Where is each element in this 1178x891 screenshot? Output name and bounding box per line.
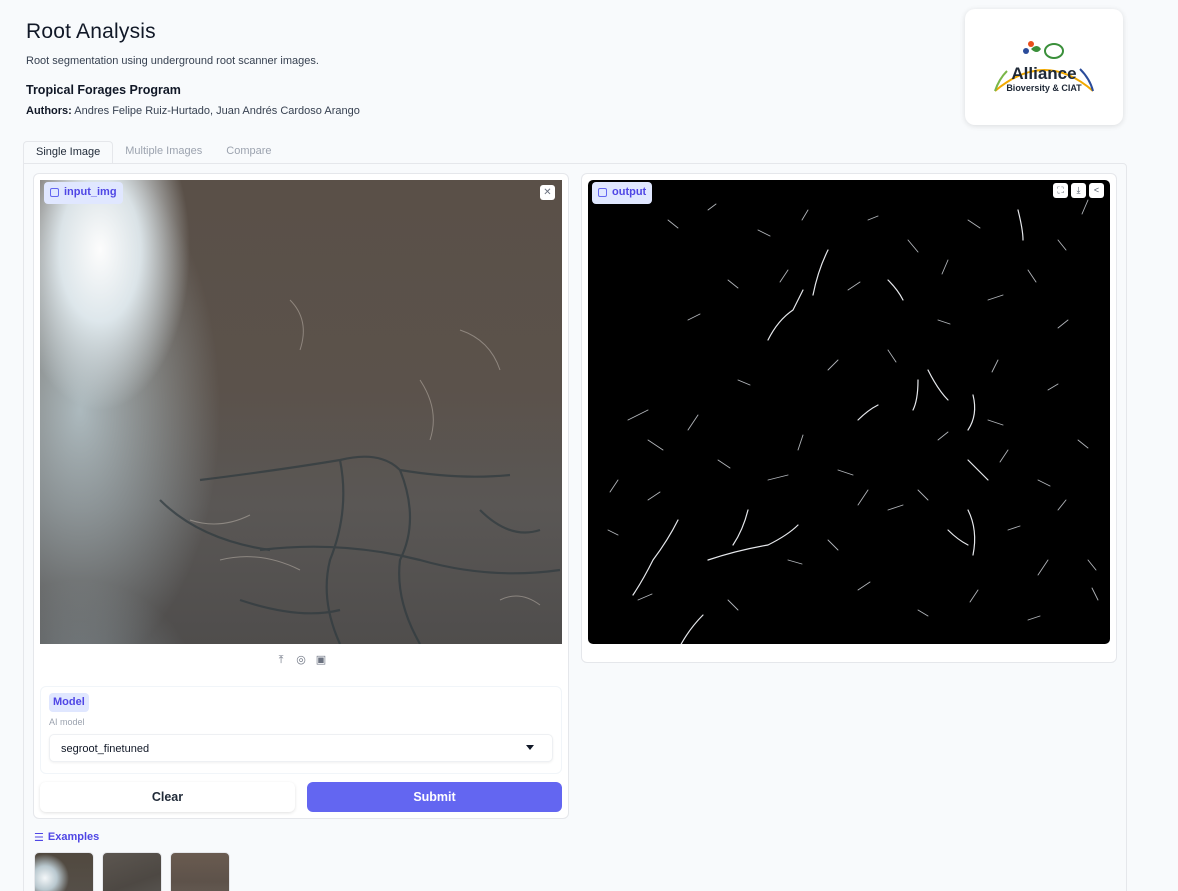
share-icon[interactable]: < [1089, 183, 1104, 198]
alliance-logo: Alliance Bioversity & CIAT [965, 9, 1123, 125]
model-info: AI model [49, 717, 85, 727]
upload-icon[interactable]: ⤒ [275, 654, 287, 666]
list-icon: ☰ [34, 832, 44, 844]
tab-single-image[interactable]: Single Image [23, 141, 114, 164]
page-title: Root Analysis [26, 20, 156, 43]
logo-title: Alliance [1011, 64, 1077, 83]
input-image-texture [159, 299, 561, 644]
clear-button[interactable]: Clear [40, 782, 295, 812]
page-subtitle: Root segmentation using underground root… [26, 55, 319, 67]
webcam-icon[interactable]: ◎ [295, 654, 307, 666]
tab-bar: Single Image Multiple Images Compare [23, 141, 284, 164]
image-icon [50, 188, 59, 197]
input-label-text: input_img [64, 186, 117, 198]
model-selected-value: segroot_finetuned [61, 743, 150, 755]
submit-button[interactable]: Submit [307, 782, 562, 812]
fullscreen-icon[interactable]: ⛶ [1053, 183, 1068, 198]
output-image-label: output [592, 182, 653, 204]
clipboard-icon[interactable]: ▣ [315, 654, 327, 666]
model-label: Model [49, 693, 89, 712]
chevron-down-icon [526, 745, 534, 750]
segmented-roots [607, 199, 1099, 644]
authors-names: Andres Felipe Ruiz-Hurtado, Juan Andrés … [74, 105, 360, 117]
example-thumbnail-3[interactable] [170, 852, 230, 891]
input-image-label: input_img [44, 182, 123, 204]
examples-label: Examples [47, 831, 100, 843]
authors-label: Authors: [26, 105, 72, 117]
program-name: Tropical Forages Program [26, 83, 181, 97]
image-icon [598, 188, 607, 197]
tab-compare[interactable]: Compare [214, 141, 283, 164]
example-thumbnail-2[interactable] [102, 852, 162, 891]
tab-multiple-images[interactable]: Multiple Images [113, 141, 214, 164]
download-icon[interactable]: ⤓ [1071, 183, 1086, 198]
close-icon[interactable]: ✕ [540, 185, 555, 200]
authors-line: Authors: Andres Felipe Ruiz-Hurtado, Jua… [26, 105, 360, 117]
examples-header: ☰ Examples [34, 831, 99, 844]
example-thumbnail-1[interactable] [34, 852, 94, 891]
output-label-text: output [612, 186, 647, 198]
output-image [588, 180, 1110, 644]
input-source-toolbar: ⤒ ◎ ▣ [40, 648, 562, 672]
logo-subtitle: Bioversity & CIAT [1006, 83, 1082, 93]
input-image[interactable] [40, 180, 562, 644]
model-dropdown[interactable]: segroot_finetuned [49, 734, 553, 762]
